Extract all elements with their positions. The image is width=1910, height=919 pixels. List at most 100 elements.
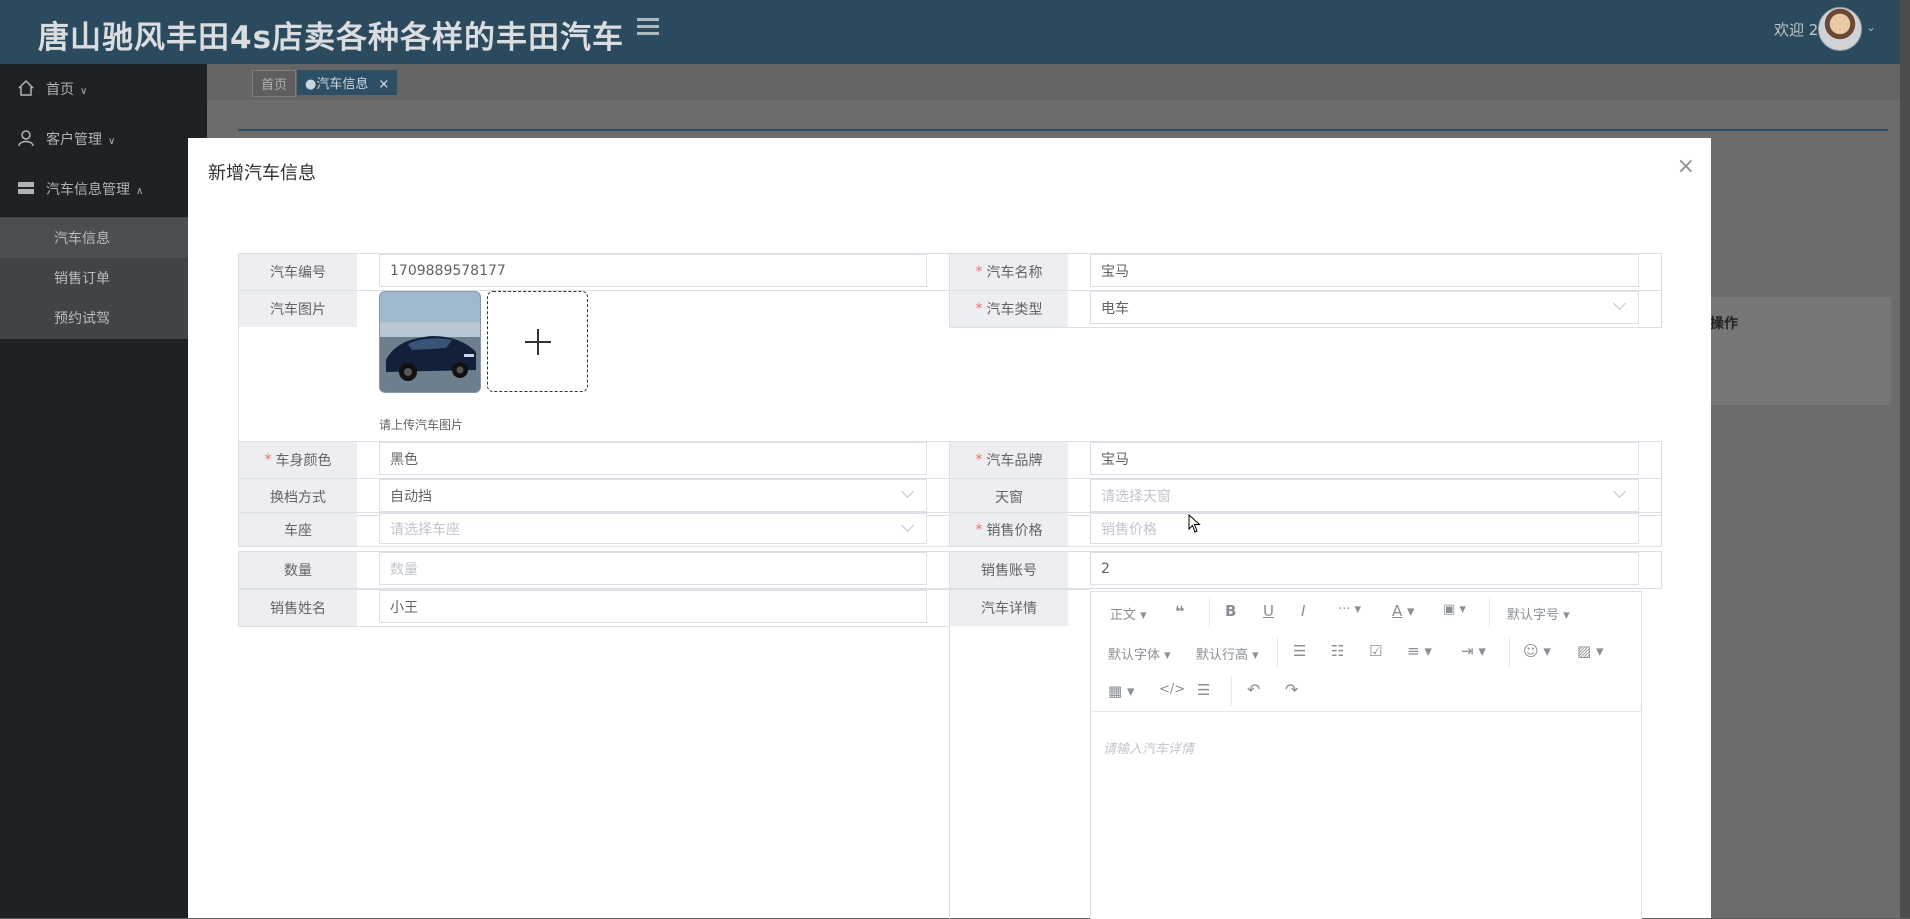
indent-icon[interactable]: ⇥ ▾ — [1461, 642, 1486, 660]
form-row-seat: 车座 请选择车座 — [238, 512, 949, 547]
tab-car-info[interactable]: ●汽车信息 × — [297, 70, 398, 95]
transmission-select[interactable]: 自动挡 — [379, 479, 927, 512]
toolbar-separator — [1209, 598, 1210, 628]
rich-text-editor: 正文 ▾ ❝ B U I ··· ▾ A ▾ ▣ ▾ 默认字号 ▾ 默认字体 ▾… — [1090, 591, 1642, 919]
body-color-input[interactable]: 黑色 — [379, 442, 927, 475]
form-row-quantity: 数量 数量 — [238, 551, 949, 589]
dialog-title: 新增汽车信息 — [208, 163, 316, 184]
sales-name-input[interactable]: 小王 — [379, 590, 927, 623]
italic-icon[interactable]: I — [1301, 602, 1305, 620]
home-icon — [18, 79, 34, 96]
align-icon[interactable]: ≡ ▾ — [1407, 642, 1432, 660]
select-value: 自动挡 — [390, 488, 432, 505]
required-mark: * — [975, 264, 983, 280]
divider — [238, 129, 1888, 131]
brand-input[interactable]: 宝马 — [1090, 442, 1639, 475]
chevron-down-icon: ∨ — [80, 86, 88, 97]
divider-icon[interactable]: ☰ — [1197, 681, 1210, 699]
sidebar-item-label: 客户管理 — [46, 132, 102, 148]
upload-tip: 请上传汽车图片 — [379, 418, 464, 432]
field-label: 换档方式 — [239, 479, 357, 515]
font-size-dropdown[interactable]: 默认字号 ▾ — [1507, 604, 1570, 623]
plus-icon-vertical — [537, 329, 539, 355]
sidebar-item-home[interactable]: 首页 ∨ — [0, 66, 207, 110]
numbered-list-icon[interactable]: ☷ — [1331, 642, 1344, 660]
chevron-down-icon[interactable]: ⌄ — [1866, 20, 1876, 34]
car-type-select[interactable]: 电车 — [1090, 291, 1639, 324]
form-row-sales-account: 销售账号 2 — [949, 551, 1662, 589]
redo-icon[interactable]: ↷ — [1285, 680, 1298, 699]
form-row-car-type: * 汽车类型 电车 — [949, 290, 1662, 328]
sales-account-input[interactable]: 2 — [1090, 552, 1639, 585]
field-label: 销售账号 — [950, 552, 1068, 588]
tab-home[interactable]: 首页 — [252, 70, 297, 97]
chevron-down-icon: ∨ — [108, 136, 116, 147]
sunroof-select[interactable]: 请选择天窗 — [1090, 479, 1639, 512]
car-photo — [380, 292, 480, 392]
font-family-dropdown[interactable]: 默认字体 ▾ — [1108, 644, 1171, 663]
field-label: 数量 — [239, 552, 357, 588]
sidebar-item-label: 首页 — [46, 82, 74, 98]
sidebar-item-customers[interactable]: 客户管理 ∨ — [0, 116, 207, 160]
undo-icon[interactable]: ↶ — [1247, 680, 1260, 699]
field-label: 销售姓名 — [239, 590, 357, 626]
required-mark: * — [975, 521, 983, 538]
car-image-thumbnail[interactable] — [379, 291, 481, 393]
close-icon[interactable]: × — [1677, 154, 1695, 179]
field-label: * 汽车类型 — [950, 291, 1068, 327]
field-label: 汽车详情 — [950, 590, 1068, 626]
field-label: 天窗 — [950, 479, 1068, 515]
image-upload-button[interactable] — [487, 291, 588, 392]
required-mark: * — [975, 452, 983, 468]
field-label: * 汽车名称 — [950, 254, 1068, 290]
table-icon[interactable]: ▦ ▾ — [1108, 682, 1134, 700]
image-icon[interactable]: ▨ ▾ — [1577, 642, 1603, 660]
close-icon[interactable]: × — [378, 77, 389, 92]
underline-icon[interactable]: U — [1263, 602, 1274, 620]
bulleted-list-icon[interactable]: ☰ — [1293, 642, 1306, 660]
car-name-input[interactable]: 宝马 — [1090, 254, 1639, 287]
toolbar-separator — [1489, 598, 1490, 628]
todo-checkbox-icon[interactable]: ☑ — [1369, 642, 1382, 660]
field-label-text: 汽车名称 — [986, 265, 1043, 281]
submenu-item-sales-orders[interactable]: 销售订单 — [54, 268, 110, 288]
form-row-transmission: 换档方式 自动挡 — [238, 478, 949, 516]
required-mark: * — [975, 301, 983, 317]
paragraph-dropdown[interactable]: 正文 ▾ — [1110, 604, 1147, 623]
paragraph-label: 正文 — [1110, 608, 1137, 623]
toolbar-separator — [1231, 676, 1232, 706]
app-title: 唐山驰风丰田4s店卖各种各样的丰田汽车 — [38, 20, 625, 56]
avatar[interactable] — [1818, 7, 1862, 51]
seat-select[interactable]: 请选择车座 — [379, 513, 927, 544]
submenu-item-test-drive[interactable]: 预约试驾 — [54, 308, 110, 328]
sidebar-item-car-management[interactable]: 汽车信息管理 ∧ — [0, 166, 207, 210]
menu-toggle-icon[interactable] — [637, 18, 659, 39]
sidebar-item-label: 汽车信息管理 — [46, 182, 130, 198]
chevron-down-icon — [1613, 485, 1626, 498]
quantity-input[interactable]: 数量 — [379, 552, 927, 585]
form-row-brand: * 汽车品牌 宝马 — [949, 441, 1662, 479]
font-color-icon[interactable]: A ▾ — [1392, 602, 1415, 620]
background-color-icon[interactable]: ▣ ▾ — [1443, 602, 1466, 617]
blockquote-icon[interactable]: ❝ — [1175, 602, 1184, 621]
toolbar-separator — [1277, 638, 1278, 668]
car-no-input[interactable]: 1709889578177 — [379, 254, 927, 287]
line-height-dropdown[interactable]: 默认行高 ▾ — [1196, 644, 1259, 663]
price-input[interactable]: 销售价格 — [1090, 513, 1639, 544]
bold-icon[interactable]: B — [1225, 602, 1236, 620]
more-styles-icon[interactable]: ··· ▾ — [1338, 602, 1361, 617]
toolbar-separator — [1509, 638, 1510, 668]
field-label-text: 汽车类型 — [986, 302, 1043, 318]
field-label: 汽车图片 — [239, 291, 357, 327]
select-placeholder: 请选择天窗 — [1101, 488, 1171, 505]
field-label: 汽车编号 — [239, 254, 357, 290]
details-editor-input[interactable]: 请输入汽车详情 — [1103, 738, 1194, 757]
tab-label: ●汽车信息 — [305, 77, 369, 92]
page-scrollbar[interactable] — [1900, 0, 1910, 918]
emoji-icon[interactable]: ☺ ▾ — [1523, 642, 1551, 660]
code-icon[interactable]: </> — [1159, 682, 1185, 697]
table-panel — [1711, 297, 1891, 405]
chevron-up-icon: ∧ — [136, 186, 144, 197]
editor-toolbar: 正文 ▾ ❝ B U I ··· ▾ A ▾ ▣ ▾ 默认字号 ▾ 默认字体 ▾… — [1091, 592, 1641, 712]
submenu-item-car-info[interactable]: 汽车信息 — [54, 228, 110, 248]
